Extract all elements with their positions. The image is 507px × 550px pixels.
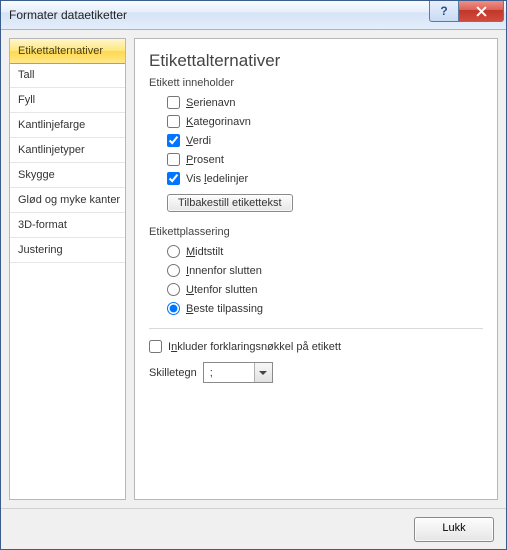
contains-label[interactable]: Vis ledelinjer: [186, 173, 248, 185]
checkbox-row: Kategorinavn: [167, 112, 483, 131]
contains-label[interactable]: Serienavn: [186, 97, 236, 109]
placement-options: Midtstilt Innenfor slutten Utenfor slutten…: [167, 242, 483, 318]
window-controls: ?: [429, 1, 504, 21]
placement-group-label: Etikettplassering: [149, 226, 483, 238]
include-legend-label[interactable]: Inkluder forklaringsnøkkel på etikett: [168, 341, 341, 353]
separator-value: ;: [210, 367, 213, 379]
placement-radio[interactable]: [167, 283, 180, 296]
separator-line: [149, 328, 483, 329]
sidebar-item[interactable]: Tall: [10, 63, 125, 88]
radio-row: Utenfor slutten: [167, 280, 483, 299]
placement-label[interactable]: Beste tilpassing: [186, 303, 263, 315]
include-legend-checkbox[interactable]: [149, 340, 162, 353]
sidebar-item[interactable]: Kantlinjetyper: [10, 138, 125, 163]
reset-label-text-button[interactable]: Tilbakestill etikettekst: [167, 194, 293, 212]
sidebar-item[interactable]: Justering: [10, 238, 125, 263]
contains-checkbox[interactable]: [167, 115, 180, 128]
checkbox-row: Serienavn: [167, 93, 483, 112]
chevron-down-icon: [254, 363, 272, 382]
placement-radio[interactable]: [167, 245, 180, 258]
contains-label[interactable]: Kategorinavn: [186, 116, 251, 128]
radio-row: Beste tilpassing: [167, 299, 483, 318]
panel-heading: Etikettalternativer: [149, 51, 483, 71]
separator-label: Skilletegn: [149, 367, 197, 379]
placement-label[interactable]: Utenfor slutten: [186, 284, 258, 296]
contains-label[interactable]: Verdi: [186, 135, 211, 147]
contains-checkbox[interactable]: [167, 134, 180, 147]
close-button[interactable]: Lukk: [414, 517, 494, 542]
sidebar-item[interactable]: Etikettalternativer: [9, 38, 126, 64]
separator-select[interactable]: ;: [203, 362, 273, 383]
radio-row: Midtstilt: [167, 242, 483, 261]
placement-radio[interactable]: [167, 264, 180, 277]
dialog-footer: Lukk: [1, 508, 506, 549]
contains-checkbox[interactable]: [167, 96, 180, 109]
content-panel: Etikettalternativer Etikett inneholder S…: [134, 38, 498, 500]
include-legend-row: Inkluder forklaringsnøkkel på etikett: [149, 337, 483, 356]
window-close-button[interactable]: [459, 1, 504, 22]
window-title: Formater dataetiketter: [9, 8, 429, 22]
checkbox-row: Prosent: [167, 150, 483, 169]
placement-label[interactable]: Midtstilt: [186, 246, 223, 258]
contains-options: Serienavn Kategorinavn Verdi Prosent Vis led…: [167, 93, 483, 188]
sidebar-item[interactable]: Skygge: [10, 163, 125, 188]
placement-radio[interactable]: [167, 302, 180, 315]
checkbox-row: Vis ledelinjer: [167, 169, 483, 188]
placement-label[interactable]: Innenfor slutten: [186, 265, 262, 277]
radio-row: Innenfor slutten: [167, 261, 483, 280]
dialog-window: Formater dataetiketter ? Etikettalternat…: [0, 0, 507, 550]
dialog-body: EtikettalternativerTallFyllKantlinjefarg…: [1, 30, 506, 508]
help-icon: ?: [440, 4, 447, 18]
sidebar-item[interactable]: Fyll: [10, 88, 125, 113]
help-button[interactable]: ?: [429, 1, 459, 22]
category-sidebar: EtikettalternativerTallFyllKantlinjefarg…: [9, 38, 126, 500]
sidebar-item[interactable]: Glød og myke kanter: [10, 188, 125, 213]
contains-checkbox[interactable]: [167, 153, 180, 166]
separator-field-row: Skilletegn ;: [149, 362, 483, 383]
contains-label[interactable]: Prosent: [186, 154, 224, 166]
contains-checkbox[interactable]: [167, 172, 180, 185]
close-icon: [476, 6, 487, 17]
checkbox-row: Verdi: [167, 131, 483, 150]
sidebar-item[interactable]: Kantlinjefarge: [10, 113, 125, 138]
titlebar: Formater dataetiketter ?: [1, 1, 506, 30]
sidebar-item[interactable]: 3D-format: [10, 213, 125, 238]
contains-group-label: Etikett inneholder: [149, 77, 483, 89]
